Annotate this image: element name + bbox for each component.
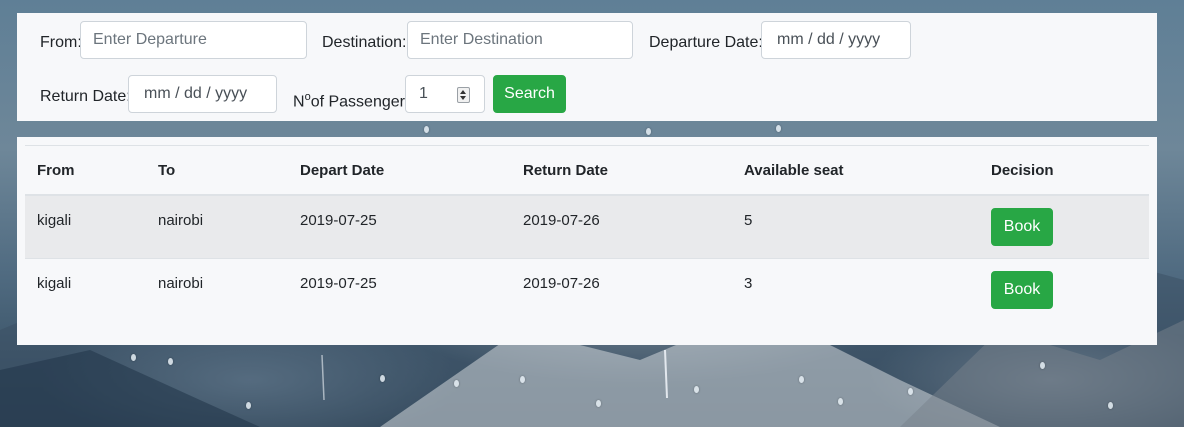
- raindrop: [246, 402, 251, 409]
- raindrop: [596, 400, 601, 407]
- spinner-up-icon[interactable]: [460, 90, 466, 94]
- column-header-to: To: [146, 145, 288, 196]
- cell-available-seat-text: 5: [744, 211, 753, 229]
- cell-available-seat: 5: [732, 194, 979, 259]
- raindrop: [908, 388, 913, 395]
- departure-date-input[interactable]: mm / dd / yyyy: [761, 21, 911, 59]
- table-row: kigali nairobi 2019-07-25 2019-07-26 5 B…: [25, 194, 1149, 259]
- search-panel: From: Destination: Departure Date: mm / …: [17, 13, 1157, 121]
- cell-depart-date-text: 2019-07-25: [300, 211, 377, 229]
- raindrop: [838, 398, 843, 405]
- cell-depart-date: 2019-07-25: [288, 258, 511, 321]
- raindrop: [168, 358, 173, 365]
- return-date-label: Return Date:: [40, 88, 131, 105]
- raindrop: [520, 376, 525, 383]
- book-button[interactable]: Book: [991, 208, 1053, 246]
- cell-from-text: kigali: [37, 274, 72, 292]
- raindrop: [454, 380, 459, 387]
- raindrop: [799, 376, 804, 383]
- cell-from-text: kigali: [37, 211, 72, 229]
- cell-decision: Book: [979, 258, 1149, 321]
- passenger-count-value: 1: [419, 85, 428, 102]
- cell-to: nairobi: [146, 258, 288, 321]
- raindrop: [380, 375, 385, 382]
- cell-from: kigali: [25, 194, 146, 259]
- column-header-return-date: Return Date: [511, 145, 732, 196]
- column-header-available-seat: Available seat: [732, 145, 979, 196]
- raindrop: [131, 354, 136, 361]
- cell-from: kigali: [25, 258, 146, 321]
- passenger-label-prefix: N: [293, 93, 305, 111]
- raindrop: [646, 128, 651, 135]
- cell-available-seat-text: 3: [744, 274, 753, 292]
- search-button[interactable]: Search: [493, 75, 566, 113]
- cell-return-date: 2019-07-26: [511, 194, 732, 259]
- raindrop: [1040, 362, 1045, 369]
- from-label: From:: [40, 34, 82, 51]
- passenger-label-suffix: of Passenger:: [310, 93, 410, 111]
- departure-date-placeholder: mm / dd / yyyy: [777, 31, 881, 48]
- from-input[interactable]: [80, 21, 307, 59]
- spinner-arrows-icon[interactable]: [457, 87, 470, 103]
- departure-date-label: Departure Date:: [649, 34, 763, 51]
- destination-input[interactable]: [407, 21, 633, 59]
- column-header-decision: Decision: [979, 145, 1149, 196]
- results-panel: From To Depart Date Return Date Availabl…: [17, 137, 1157, 345]
- book-button[interactable]: Book: [991, 271, 1053, 309]
- table-row: kigali nairobi 2019-07-25 2019-07-26 3 B…: [25, 258, 1149, 321]
- raindrop: [694, 386, 699, 393]
- cell-return-date: 2019-07-26: [511, 258, 732, 321]
- cell-depart-date: 2019-07-25: [288, 194, 511, 259]
- passenger-label: Noof Passenger:: [293, 87, 409, 112]
- results-table: From To Depart Date Return Date Availabl…: [25, 145, 1149, 321]
- passenger-count-input[interactable]: 1: [405, 75, 485, 113]
- raindrop: [424, 126, 429, 133]
- cell-depart-date-text: 2019-07-25: [300, 274, 377, 292]
- table-header-row: From To Depart Date Return Date Availabl…: [25, 145, 1149, 196]
- return-date-placeholder: mm / dd / yyyy: [144, 85, 248, 102]
- spinner-down-icon[interactable]: [460, 96, 466, 100]
- cell-to-text: nairobi: [158, 211, 204, 229]
- cell-return-date-text: 2019-07-26: [523, 274, 600, 292]
- cell-decision: Book: [979, 194, 1149, 259]
- cell-return-date-text: 2019-07-26: [523, 211, 600, 229]
- raindrop: [1108, 402, 1113, 409]
- destination-label: Destination:: [322, 34, 407, 51]
- column-header-from: From: [25, 145, 146, 196]
- column-header-depart-date: Depart Date: [288, 145, 511, 196]
- raindrop: [776, 125, 781, 132]
- cell-available-seat: 3: [732, 258, 979, 321]
- cell-to: nairobi: [146, 194, 288, 259]
- cell-to-text: nairobi: [158, 274, 204, 292]
- return-date-input[interactable]: mm / dd / yyyy: [128, 75, 277, 113]
